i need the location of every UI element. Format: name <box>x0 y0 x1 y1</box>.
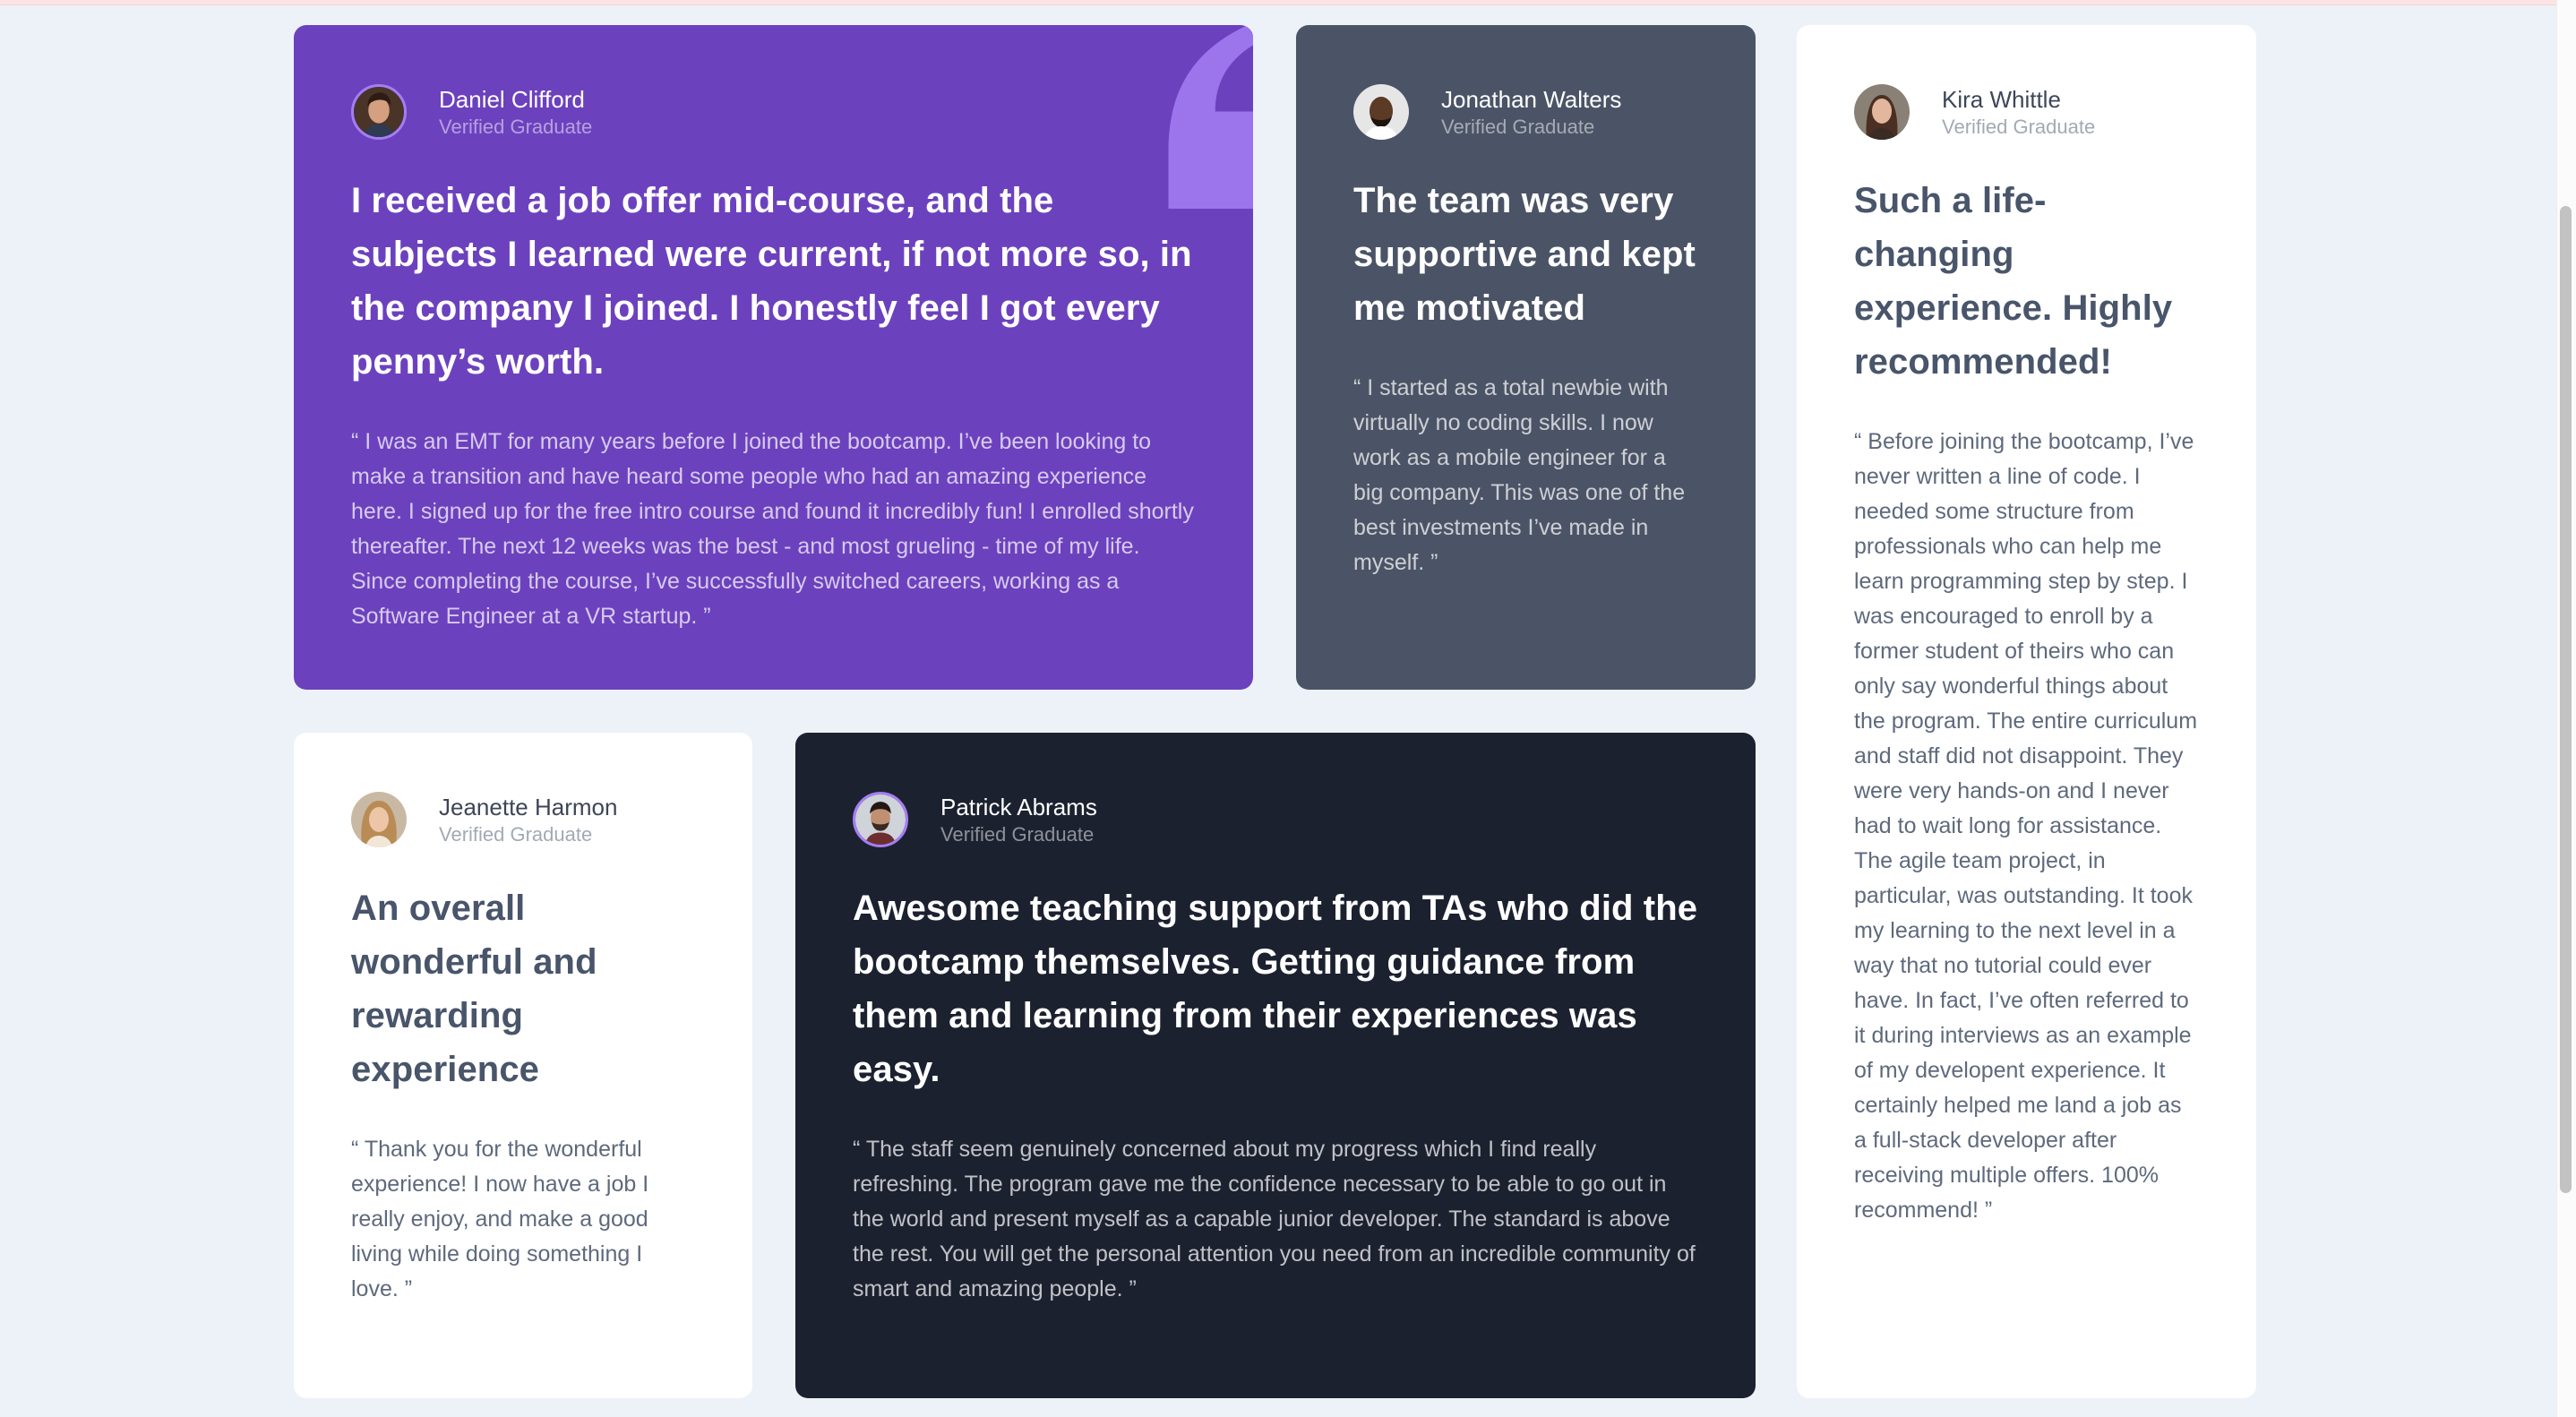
testimonial-card-jonathan: Jonathan Walters Verified Graduate The t… <box>1296 25 1756 690</box>
avatar <box>853 792 908 847</box>
testimonial-headline: The team was very supportive and kept me… <box>1353 181 1696 328</box>
avatar <box>351 792 407 847</box>
author-status: Verified Graduate <box>439 116 593 138</box>
author-name: Jonathan Walters <box>1441 86 1622 113</box>
testimonial-headline: Awesome teaching support from TAs who di… <box>853 889 1698 1089</box>
avatar <box>1854 84 1910 140</box>
testimonial-headline: I received a job offer mid-course, and t… <box>351 181 1192 382</box>
testimonial-card-patrick: Patrick Abrams Verified Graduate Awesome… <box>795 733 1756 1398</box>
author-block: Kira Whittle Verified Graduate <box>1854 84 2199 140</box>
avatar <box>351 84 407 140</box>
testimonial-quote: “ I started as a total newbie with virtu… <box>1353 375 1686 575</box>
author-status: Verified Graduate <box>439 823 593 846</box>
testimonial-quote: “ Thank you for the wonderful experience… <box>351 1137 649 1301</box>
avatar <box>1353 84 1409 140</box>
author-status: Verified Graduate <box>1441 116 1595 138</box>
author-status: Verified Graduate <box>940 823 1095 846</box>
author-block: Patrick Abrams Verified Graduate <box>853 792 1698 847</box>
testimonial-quote: “ Before joining the bootcamp, I’ve neve… <box>1854 429 2198 1223</box>
scrollbar-thumb[interactable] <box>2560 206 2572 1193</box>
author-block: Jonathan Walters Verified Graduate <box>1353 84 1698 140</box>
testimonial-quote: “ The staff seem genuinely concerned abo… <box>853 1137 1696 1301</box>
author-block: Jeanette Harmon Verified Graduate <box>351 792 695 847</box>
testimonial-headline: Such a life-changing experience. Highly … <box>1854 181 2173 382</box>
author-name: Kira Whittle <box>1942 86 2061 113</box>
testimonial-card-kira: Kira Whittle Verified Graduate Such a li… <box>1797 25 2256 1398</box>
author-status: Verified Graduate <box>1942 116 2096 138</box>
testimonial-card-daniel: Daniel Clifford Verified Graduate I rece… <box>294 25 1253 690</box>
author-name: Daniel Clifford <box>439 86 585 113</box>
author-name: Jeanette Harmon <box>439 794 618 820</box>
testimonial-headline: An overall wonderful and rewarding exper… <box>351 889 597 1089</box>
testimonial-quote: “ I was an EMT for many years before I j… <box>351 429 1194 629</box>
testimonial-card-jeanette: Jeanette Harmon Verified Graduate An ove… <box>294 733 752 1398</box>
author-block: Daniel Clifford Verified Graduate <box>351 84 1196 140</box>
author-name: Patrick Abrams <box>940 794 1097 820</box>
browser-top-edge <box>0 0 2576 5</box>
